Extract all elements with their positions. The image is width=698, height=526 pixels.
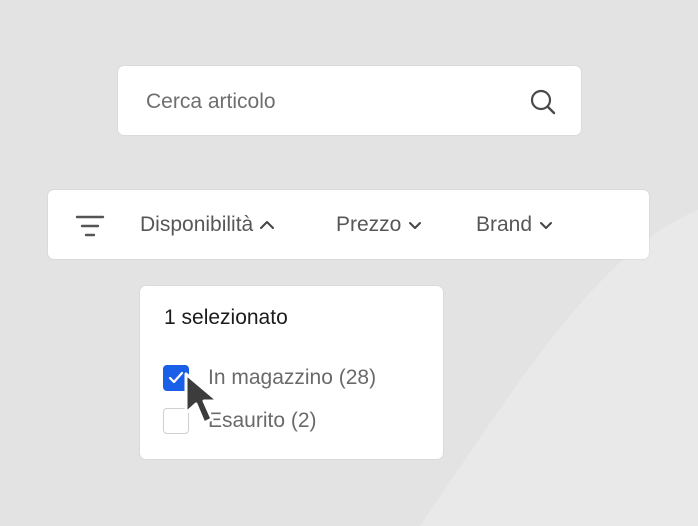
selection-count: 1 selezionato xyxy=(164,306,288,329)
filter-availability[interactable]: Disponibilità xyxy=(140,213,275,237)
mouse-pointer-icon xyxy=(184,372,220,425)
filter-bar: Disponibilità Prezzo Brand xyxy=(48,190,649,259)
filter-price-label: Prezzo xyxy=(336,213,402,236)
chevron-down-icon xyxy=(540,222,553,229)
checkmark-icon xyxy=(168,371,184,384)
search-input[interactable]: Cerca articolo xyxy=(146,90,276,114)
filter-brand[interactable]: Brand xyxy=(476,213,554,237)
search-icon[interactable] xyxy=(529,88,557,116)
filter-price[interactable]: Prezzo xyxy=(336,213,423,237)
search-box[interactable]: Cerca articolo xyxy=(118,66,581,135)
option-in-stock-label: In magazzino (28) xyxy=(208,366,377,389)
filter-brand-label: Brand xyxy=(476,213,533,236)
filter-availability-label: Disponibilità xyxy=(140,213,254,236)
chevron-up-icon xyxy=(260,221,275,229)
filter-lines-icon[interactable] xyxy=(75,214,105,238)
chevron-down-icon xyxy=(409,222,422,229)
